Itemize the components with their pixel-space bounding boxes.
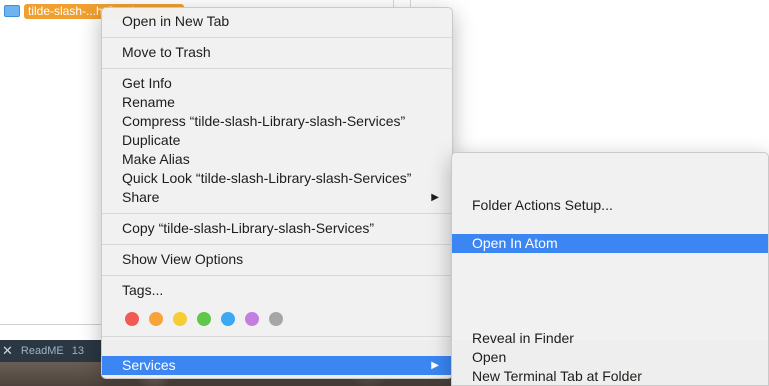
menu-item-open[interactable]: Open	[452, 348, 768, 367]
menu-item-label: Folder Actions Setup...	[472, 197, 613, 213]
submenu-arrow-icon: ▶	[431, 360, 439, 371]
context-menu: Open in New Tab Move to Trash Get Info R…	[101, 7, 453, 379]
tag-color-row	[125, 312, 283, 326]
menu-separator	[102, 244, 452, 245]
menu-item-reveal-in-finder[interactable]: Reveal in Finder	[452, 329, 768, 348]
menu-item-label: Reveal in Finder	[472, 330, 574, 346]
menu-item-label: New Terminal Tab at Folder	[472, 368, 642, 384]
tag-orange-dot[interactable]	[149, 312, 163, 326]
tag-red-dot[interactable]	[125, 312, 139, 326]
menu-separator	[102, 275, 452, 276]
editor-tab-label[interactable]: ReadME	[21, 345, 64, 357]
menu-item-label: Open	[472, 349, 507, 365]
tag-blue-dot[interactable]	[221, 312, 235, 326]
menu-item-new-terminal-tab[interactable]: New Terminal Tab at Folder	[452, 367, 768, 386]
menu-item-duplicate[interactable]: Duplicate	[102, 131, 452, 150]
close-tab-icon[interactable]: ✕	[2, 343, 13, 359]
menu-separator	[102, 213, 452, 214]
menu-item-services[interactable]: Services ▶	[102, 356, 452, 375]
menu-item-quick-look[interactable]: Quick Look “tilde-slash-Library-slash-Se…	[102, 169, 452, 188]
menu-item-label: Move to Trash	[122, 44, 211, 60]
services-submenu: Folder Actions Setup... Open In Atom Rev…	[451, 152, 769, 386]
tag-purple-dot[interactable]	[245, 312, 259, 326]
menu-item-make-alias[interactable]: Make Alias	[102, 150, 452, 169]
menu-separator	[102, 68, 452, 69]
menu-item-show-view-options[interactable]: Show View Options	[102, 250, 452, 269]
menu-separator	[102, 336, 452, 337]
menu-item-label: Quick Look “tilde-slash-Library-slash-Se…	[122, 170, 412, 186]
editor-tab-extra: 13	[71, 345, 84, 357]
menu-item-folder-actions-setup[interactable]: Folder Actions Setup...	[452, 196, 768, 215]
window-divider	[0, 324, 110, 325]
tag-yellow-dot[interactable]	[173, 312, 187, 326]
menu-item-label: Copy “tilde-slash-Library-slash-Services…	[122, 220, 375, 236]
menu-item-open-in-new-tab[interactable]: Open in New Tab	[102, 12, 452, 31]
menu-item-label: Open In Atom	[472, 235, 558, 251]
menu-item-open-in-atom[interactable]: Open In Atom	[452, 234, 768, 253]
menu-item-label: Get Info	[122, 75, 172, 91]
menu-item-rename[interactable]: Rename	[102, 93, 452, 112]
menu-item-label: Make Alias	[122, 151, 190, 167]
menu-item-label: Duplicate	[122, 132, 181, 148]
tag-green-dot[interactable]	[197, 312, 211, 326]
menu-item-label: Services	[122, 357, 176, 373]
menu-item-label: Share	[122, 189, 160, 205]
menu-separator	[102, 37, 452, 38]
menu-item-tags[interactable]: Tags...	[102, 281, 452, 300]
editor-tab-bar: ✕ ReadME 13	[0, 340, 110, 362]
menu-item-label: Open in New Tab	[122, 13, 230, 29]
tag-gray-dot[interactable]	[269, 312, 283, 326]
menu-item-share[interactable]: Share ▶	[102, 188, 452, 207]
menu-item-label: Show View Options	[122, 251, 244, 267]
submenu-arrow-icon: ▶	[431, 192, 439, 203]
menu-item-get-info[interactable]: Get Info	[102, 74, 452, 93]
folder-icon	[4, 5, 20, 17]
menu-item-label: Rename	[122, 94, 175, 110]
menu-item-label: Tags...	[122, 282, 164, 298]
menu-item-label: Compress “tilde-slash-Library-slash-Serv…	[122, 113, 406, 129]
menu-item-copy[interactable]: Copy “tilde-slash-Library-slash-Services…	[102, 219, 452, 238]
menu-item-compress[interactable]: Compress “tilde-slash-Library-slash-Serv…	[102, 112, 452, 131]
menu-item-move-to-trash[interactable]: Move to Trash	[102, 43, 452, 62]
